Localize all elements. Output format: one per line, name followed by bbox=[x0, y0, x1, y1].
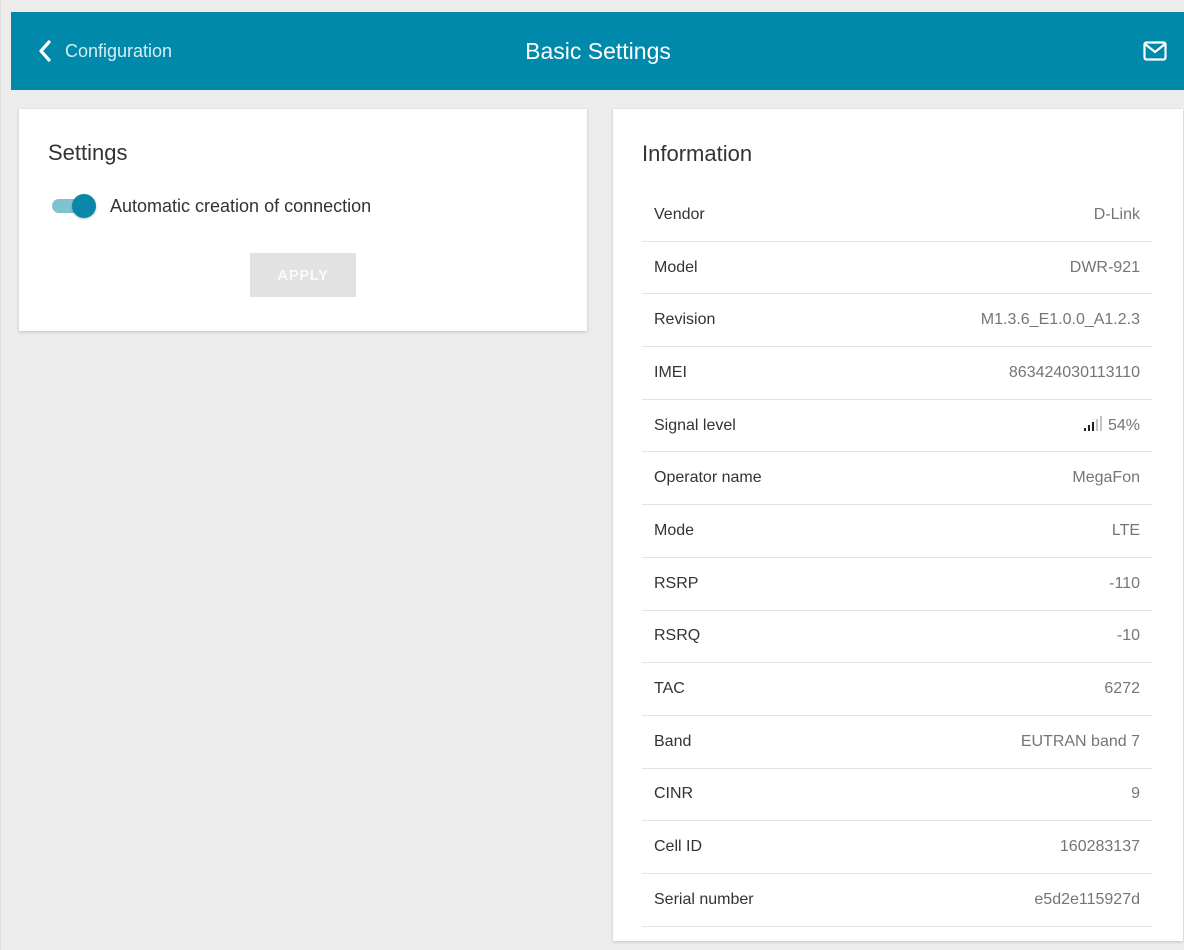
info-value: -110 bbox=[1109, 574, 1140, 592]
signal-percent: 54% bbox=[1107, 416, 1140, 434]
info-label: Signal level bbox=[654, 416, 736, 434]
info-row-rsrp: RSRP -110 bbox=[642, 558, 1152, 611]
info-row-rsrq: RSRQ -10 bbox=[642, 611, 1152, 664]
info-label: TAC bbox=[654, 680, 685, 698]
info-label: Revision bbox=[654, 311, 716, 329]
info-row-model: Model DWR-921 bbox=[642, 242, 1152, 295]
info-label: Vendor bbox=[654, 205, 705, 223]
header-bar: Configuration Basic Settings bbox=[11, 12, 1184, 90]
back-label: Configuration bbox=[65, 40, 173, 61]
info-label: RSRQ bbox=[654, 627, 701, 645]
info-row-signal-level: Signal level 54% bbox=[642, 400, 1152, 453]
info-label: IMEI bbox=[654, 363, 687, 381]
information-list: Vendor D-Link Model DWR-921 Revision M1.… bbox=[642, 189, 1152, 927]
info-label: Model bbox=[654, 258, 698, 276]
toggle-knob bbox=[72, 194, 96, 218]
messages-button[interactable] bbox=[1143, 41, 1167, 61]
info-row-operator-name: Operator name MegaFon bbox=[642, 452, 1152, 506]
apply-button[interactable]: APPLY bbox=[250, 253, 356, 297]
info-row-band: Band EUTRAN band 7 bbox=[642, 716, 1152, 769]
info-value: M1.3.6_E1.0.0_A1.2.3 bbox=[980, 311, 1140, 329]
info-value: MegaFon bbox=[1072, 469, 1140, 487]
info-row-cinr: CINR 9 bbox=[642, 769, 1152, 822]
info-row-serial-number: Serial number e5d2e115927d bbox=[642, 874, 1152, 927]
info-label: Serial number bbox=[654, 890, 754, 908]
info-row-cell-id: Cell ID 160283137 bbox=[642, 821, 1152, 874]
info-value: 160283137 bbox=[1059, 838, 1140, 856]
auto-connection-row: Automatic creation of connection bbox=[52, 193, 371, 219]
info-label: Operator name bbox=[654, 469, 762, 487]
page-background: Configuration Basic Settings Settings Au… bbox=[0, 0, 1184, 950]
info-row-mode: Mode LTE bbox=[642, 505, 1152, 558]
information-title: Information bbox=[642, 141, 753, 166]
info-label: Mode bbox=[654, 521, 695, 539]
info-value: -10 bbox=[1116, 627, 1140, 645]
info-label: Cell ID bbox=[654, 838, 703, 856]
info-label: CINR bbox=[654, 785, 694, 803]
info-value-signal: 54% bbox=[1083, 415, 1140, 435]
mail-icon bbox=[1143, 41, 1167, 61]
settings-card: Settings Automatic creation of connectio… bbox=[19, 109, 587, 331]
info-value: DWR-921 bbox=[1069, 258, 1140, 276]
info-label: RSRP bbox=[654, 574, 699, 592]
settings-title: Settings bbox=[48, 140, 128, 165]
info-value: LTE bbox=[1111, 521, 1140, 539]
auto-connection-toggle[interactable] bbox=[52, 193, 96, 219]
info-value: D-Link bbox=[1093, 205, 1140, 223]
info-row-revision: Revision M1.3.6_E1.0.0_A1.2.3 bbox=[642, 294, 1152, 348]
page-title: Basic Settings bbox=[525, 37, 671, 64]
signal-bar bbox=[1087, 424, 1090, 431]
info-value: 863424030113110 bbox=[1008, 363, 1140, 381]
info-row-vendor: Vendor D-Link bbox=[642, 189, 1152, 242]
info-value: e5d2e115927d bbox=[1034, 890, 1140, 908]
signal-bar bbox=[1091, 421, 1094, 431]
information-card: Information Vendor D-Link Model DWR-921 … bbox=[613, 109, 1183, 941]
info-row-tac: TAC 6272 bbox=[642, 663, 1152, 716]
signal-bar bbox=[1083, 427, 1086, 431]
info-label: Band bbox=[654, 732, 692, 750]
info-row-imei: IMEI 863424030113110 bbox=[642, 347, 1152, 400]
info-value: 6272 bbox=[1104, 680, 1140, 698]
chevron-left-icon bbox=[39, 40, 51, 62]
info-value: EUTRAN band 7 bbox=[1020, 732, 1140, 750]
signal-bar bbox=[1099, 415, 1102, 431]
signal-bar bbox=[1095, 418, 1098, 431]
signal-bars-icon bbox=[1083, 415, 1104, 431]
auto-connection-label: Automatic creation of connection bbox=[110, 195, 372, 216]
info-value: 9 bbox=[1131, 785, 1140, 803]
back-button[interactable]: Configuration bbox=[37, 12, 172, 90]
